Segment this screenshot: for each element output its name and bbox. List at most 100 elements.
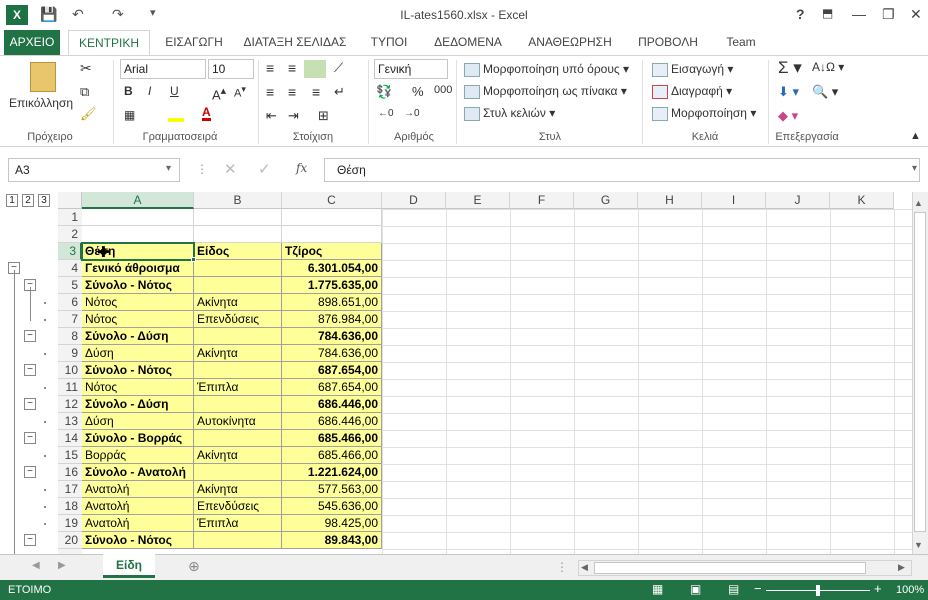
cell-a6[interactable]: Νότος <box>82 294 194 311</box>
format-cells-button[interactable]: Μορφοποίηση ▾ <box>652 106 756 121</box>
delete-cells-button[interactable]: Διαγραφή ▾ <box>652 84 732 99</box>
column-header-k[interactable]: K <box>830 192 894 209</box>
close-button[interactable]: ✕ <box>910 6 922 23</box>
outline-collapse-button[interactable]: − <box>24 330 36 342</box>
row-header[interactable]: 8 <box>58 328 82 345</box>
row-header[interactable]: 18 <box>58 498 82 515</box>
normal-view-icon[interactable]: ▦ <box>652 582 663 596</box>
format-as-table-button[interactable]: Μορφοποίηση ως πίνακα ▾ <box>464 84 627 99</box>
cell-a2[interactable] <box>82 226 194 243</box>
conditional-formatting-button[interactable]: Μορφοποίηση υπό όρους ▾ <box>464 62 629 77</box>
tab-insert[interactable]: ΕΙΣΑΓΩΓΗ <box>155 30 233 56</box>
empty-grid[interactable] <box>382 209 912 554</box>
column-header-c[interactable]: C <box>282 192 382 209</box>
tab-data[interactable]: ΔΕΔΟΜΕΝΑ <box>428 30 508 56</box>
cell-b15[interactable]: Ακίνητα <box>194 447 282 464</box>
cell-b6[interactable]: Ακίνητα <box>194 294 282 311</box>
column-header-f[interactable]: F <box>510 192 574 209</box>
tab-file[interactable]: ΑΡΧΕΙΟ <box>4 30 60 56</box>
column-header-d[interactable]: D <box>382 192 446 209</box>
prev-sheet-icon[interactable]: ◀ <box>32 560 40 571</box>
cell-a5[interactable]: Σύνολο - Νότος <box>82 277 194 294</box>
insert-cells-button[interactable]: Εισαγωγή ▾ <box>652 62 733 77</box>
cell-a13[interactable]: Δύση <box>82 413 194 430</box>
percent-icon[interactable]: % <box>412 84 424 99</box>
cell-a7[interactable]: Νότος <box>82 311 194 328</box>
cell-b10[interactable] <box>194 362 282 379</box>
cell-b19[interactable]: Έπιπλα <box>194 515 282 532</box>
expand-formula-bar-icon[interactable]: ▾ <box>912 163 917 174</box>
page-break-view-icon[interactable]: ▤ <box>728 582 739 596</box>
zoom-in-icon[interactable]: + <box>874 581 882 596</box>
new-sheet-icon[interactable]: ⊕ <box>188 558 200 575</box>
cell-c17[interactable]: 577.563,00 <box>282 481 382 498</box>
sheet-tab-eidi[interactable]: Είδη <box>103 554 155 578</box>
confirm-entry-icon[interactable]: ✓ <box>258 160 271 178</box>
number-format-select[interactable]: Γενική <box>374 59 448 79</box>
align-bottom-icon[interactable] <box>304 60 326 78</box>
cell-a19[interactable]: Ανατολή <box>82 515 194 532</box>
page-layout-view-icon[interactable]: ▣ <box>690 582 701 596</box>
cell-c16[interactable]: 1.221.624,00 <box>282 464 382 481</box>
column-header-h[interactable]: H <box>638 192 702 209</box>
accounting-icon[interactable]: 💱 <box>376 84 392 100</box>
cell-b14[interactable] <box>194 430 282 447</box>
outline-level-2-button[interactable]: 2 <box>22 194 34 207</box>
maximize-button[interactable]: ❐ <box>882 6 895 23</box>
scroll-left-icon[interactable]: ◀ <box>581 562 588 573</box>
cell-c1[interactable] <box>282 209 382 226</box>
cell-b17[interactable]: Ακίνητα <box>194 481 282 498</box>
cell-c10[interactable]: 687.654,00 <box>282 362 382 379</box>
font-color-icon[interactable]: A <box>202 106 211 121</box>
cell-c13[interactable]: 686.446,00 <box>282 413 382 430</box>
row-header[interactable]: 17 <box>58 481 82 498</box>
cell-c3[interactable]: Τζίρος <box>282 243 382 260</box>
copy-icon[interactable]: ⧉ <box>80 84 89 100</box>
tab-view[interactable]: ΠΡΟΒΟΛΗ <box>632 30 704 56</box>
orientation-icon[interactable]: ⟋ <box>334 60 343 76</box>
align-right-icon[interactable]: ≡ <box>312 84 320 100</box>
name-box[interactable]: A3 <box>8 158 180 182</box>
outline-collapse-button[interactable]: − <box>24 432 36 444</box>
font-size-select[interactable]: 10 <box>208 59 254 79</box>
cell-a8[interactable]: Σύνολο - Δύση <box>82 328 194 345</box>
row-header[interactable]: 9 <box>58 345 82 362</box>
row-header[interactable]: 1 <box>58 209 82 226</box>
clear-icon[interactable]: ◆ ▾ <box>778 108 798 124</box>
scroll-up-icon[interactable]: ▲ <box>914 198 923 208</box>
cell-b11[interactable]: Έπιπλα <box>194 379 282 396</box>
fill-color-icon[interactable] <box>168 108 184 122</box>
cell-a9[interactable]: Δύση <box>82 345 194 362</box>
name-box-dropdown-icon[interactable]: ▾ <box>166 163 171 174</box>
italic-button[interactable]: I <box>148 84 151 98</box>
font-grow-icon[interactable]: A▴ <box>212 84 226 102</box>
outline-level-3-button[interactable]: 3 <box>38 194 50 207</box>
help-button[interactable]: ? <box>796 6 805 22</box>
minimize-button[interactable]: — <box>852 6 866 22</box>
find-select-icon[interactable]: 🔍 ▾ <box>812 84 838 100</box>
cell-c14[interactable]: 685.466,00 <box>282 430 382 447</box>
comma-style-icon[interactable]: 000 <box>434 84 452 96</box>
cell-c20[interactable]: 89.843,00 <box>282 532 382 549</box>
tab-home[interactable]: ΚΕΝΤΡΙΚΗ <box>68 30 150 56</box>
cell-c19[interactable]: 98.425,00 <box>282 515 382 532</box>
row-header[interactable]: 14 <box>58 430 82 447</box>
outline-level-1-button[interactable]: 1 <box>6 194 18 207</box>
row-header[interactable]: 15 <box>58 447 82 464</box>
horizontal-scroll-thumb[interactable] <box>594 562 866 574</box>
cell-b12[interactable] <box>194 396 282 413</box>
insert-function-icon[interactable]: fx <box>296 161 307 175</box>
ribbon-display-icon[interactable]: ⬒ <box>822 6 833 20</box>
cell-b9[interactable]: Ακίνητα <box>194 345 282 362</box>
format-painter-icon[interactable]: 🖌 <box>80 106 97 122</box>
cell-c8[interactable]: 784.636,00 <box>282 328 382 345</box>
align-middle-icon[interactable]: ≡ <box>288 60 296 76</box>
row-header[interactable]: 6 <box>58 294 82 311</box>
cell-a18[interactable]: Ανατολή <box>82 498 194 515</box>
decrease-decimal-icon[interactable]: →0 <box>404 108 420 119</box>
sort-filter-icon[interactable]: A↓Ω ▾ <box>812 60 844 74</box>
merge-center-icon[interactable]: ⊞ <box>318 108 329 124</box>
cell-b18[interactable]: Επενδύσεις <box>194 498 282 515</box>
cell-c12[interactable]: 686.446,00 <box>282 396 382 413</box>
cut-icon[interactable]: ✂ <box>80 60 92 77</box>
